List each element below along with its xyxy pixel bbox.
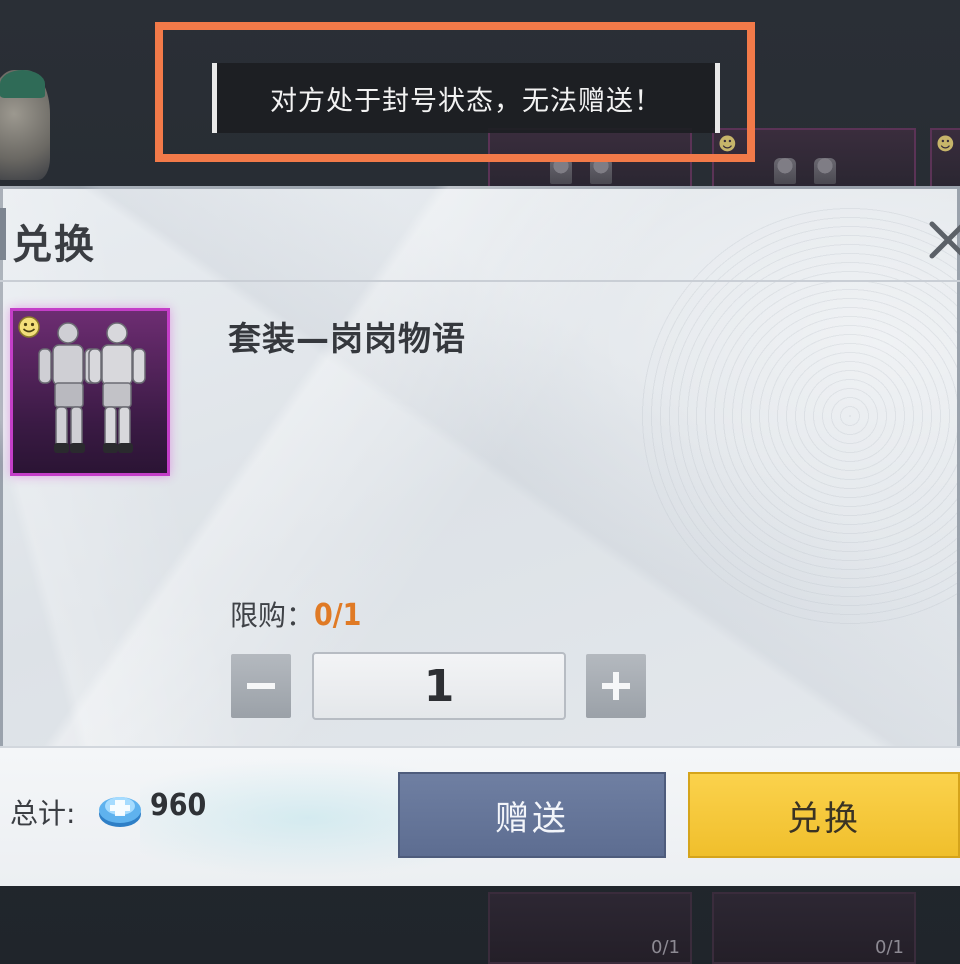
purchase-limit-label: 限购： xyxy=(230,599,315,632)
decrement-button[interactable] xyxy=(231,654,291,718)
close-icon xyxy=(929,221,960,259)
redeem-button-label: 兑换 xyxy=(787,798,861,839)
exchange-dialog: 兑换 套装—岗岗物语 限购： 0/1 1 总计: 960 赠送 兑换 xyxy=(0,186,960,886)
background-item-tile: 0/1 xyxy=(712,892,916,964)
quantity-value: 1 xyxy=(423,660,455,712)
toast-message: 对方处于封号状态，无法赠送！ xyxy=(212,63,720,133)
gift-button[interactable]: 赠送 xyxy=(398,772,666,858)
gift-button-label: 赠送 xyxy=(495,798,569,839)
background-item-tile: 0/1 xyxy=(488,892,692,964)
minus-icon xyxy=(247,683,275,689)
purchase-limit: 限购： 0/1 xyxy=(230,594,361,634)
outfit-figure-icon xyxy=(774,158,796,184)
quantity-input[interactable]: 1 xyxy=(312,652,566,720)
item-count: 0/1 xyxy=(651,937,680,958)
smile-icon: ☻ xyxy=(936,134,955,155)
plus-icon xyxy=(602,672,630,700)
purchase-limit-value: 0/1 xyxy=(314,598,362,633)
coin-icon xyxy=(99,797,141,827)
redeem-button[interactable]: 兑换 xyxy=(688,772,960,858)
item-name: 套装—岗岗物语 xyxy=(228,319,466,358)
increment-button[interactable] xyxy=(586,654,646,718)
dialog-header: 兑换 xyxy=(0,186,960,282)
outfit-figure-icon xyxy=(814,158,836,184)
title-accent-bar xyxy=(0,208,6,260)
item-count: 0/1 xyxy=(875,937,904,958)
total-amount: 960 xyxy=(150,788,207,823)
toast-text: 对方处于封号状态，无法赠送！ xyxy=(270,85,662,117)
background-item-tile: ☻ xyxy=(930,128,960,190)
close-button[interactable] xyxy=(922,214,960,264)
total-label: 总计: xyxy=(10,797,76,830)
background-character-hat xyxy=(0,70,45,98)
item-thumbnail xyxy=(10,308,170,476)
outfit-figure-icon xyxy=(18,316,146,453)
dialog-title: 兑换 xyxy=(12,222,96,268)
